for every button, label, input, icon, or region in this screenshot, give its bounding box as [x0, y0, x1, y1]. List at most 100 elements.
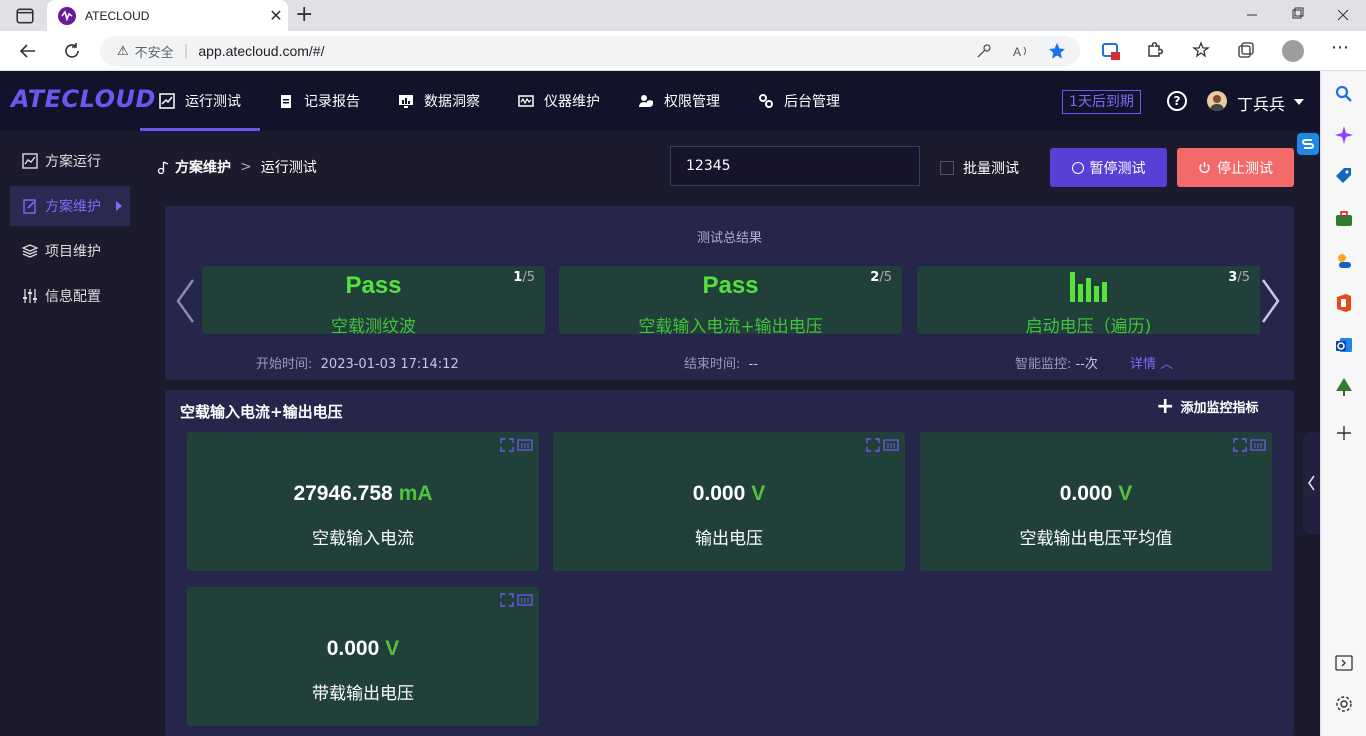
chart-toggle-icon[interactable]	[517, 438, 533, 452]
floating-s-icon[interactable]	[1297, 133, 1319, 155]
metric-unit: mA	[398, 482, 433, 505]
expiry-badge[interactable]: 1天后到期	[1062, 90, 1141, 114]
chart-icon	[159, 93, 175, 109]
add-sidebar-app-icon[interactable]	[1333, 422, 1355, 444]
detail-toggle[interactable]: 详情 ︿	[1130, 353, 1173, 372]
metric-value: 0.000 V	[1059, 482, 1133, 505]
test-step-card[interactable]: Pass 空载测纹波 1/5	[202, 266, 545, 337]
test-step-card[interactable]: 启动电压（遍历) 3/5	[917, 266, 1260, 337]
search-icon[interactable]	[1333, 83, 1355, 105]
browser-tab-strip: ATECLOUD ✕ +	[0, 0, 1366, 31]
edge-sidebar	[1320, 71, 1366, 736]
sidebar-item-plan-run[interactable]: 方案运行	[10, 141, 130, 181]
sidebar-item-plan-maintain[interactable]: 方案维护	[10, 186, 130, 226]
tab-actions-icon[interactable]	[15, 6, 35, 26]
power-icon	[1199, 162, 1210, 173]
metric-card: 0.000 V 空载输出电压平均值	[920, 432, 1272, 571]
back-icon[interactable]	[17, 40, 39, 62]
extension-new-icon[interactable]	[1100, 40, 1122, 62]
chart-toggle-icon[interactable]	[517, 593, 533, 607]
sidebar-item-info-config[interactable]: 信息配置	[10, 276, 130, 316]
sidebar-item-project[interactable]: 项目维护	[10, 231, 130, 271]
fullscreen-icon[interactable]	[500, 593, 514, 607]
minimize-icon[interactable]	[1242, 5, 1262, 25]
settings-gear-icon[interactable]	[1333, 693, 1355, 715]
fullscreen-icon[interactable]	[866, 438, 880, 452]
url-divider: |	[183, 43, 189, 59]
browser-tab[interactable]: ATECLOUD ✕	[47, 0, 288, 31]
chart-toggle-icon[interactable]	[1250, 438, 1266, 452]
office-icon[interactable]	[1333, 292, 1355, 314]
profile-avatar-icon[interactable]	[1282, 40, 1304, 62]
pause-label: 暂停测试	[1089, 160, 1146, 177]
metric-card: 27946.758 mA 空载输入电流	[187, 432, 539, 571]
chart-line-icon	[22, 153, 38, 169]
serial-input[interactable]: 12345	[670, 146, 920, 186]
tab-title: ATECLOUD	[85, 8, 150, 23]
url-text[interactable]: app.atecloud.com/#/	[198, 43, 324, 59]
favorites-icon[interactable]	[1191, 40, 1213, 62]
sidebar-item-label: 方案维护	[45, 199, 101, 215]
side-drawer-toggle[interactable]	[1303, 432, 1320, 534]
warning-icon[interactable]: ⚠	[117, 44, 129, 59]
metric-label: 空载输出电压平均值	[1019, 529, 1173, 549]
shopping-tag-icon[interactable]	[1333, 166, 1355, 188]
refresh-icon[interactable]	[61, 40, 83, 62]
favorite-star-icon[interactable]	[1048, 42, 1066, 60]
pause-test-button[interactable]: 暂停测试	[1050, 148, 1167, 187]
nav-records[interactable]: 记录报告	[278, 71, 360, 131]
extensions-puzzle-icon[interactable]	[1143, 40, 1165, 62]
fullscreen-icon[interactable]	[1233, 438, 1247, 452]
avatar[interactable]	[1207, 91, 1227, 111]
read-aloud-icon[interactable]: A	[1012, 43, 1030, 59]
stop-label: 停止测试	[1217, 160, 1273, 177]
restore-icon[interactable]	[1287, 5, 1307, 25]
monitor-chart-icon	[399, 95, 413, 108]
metric-value: 27946.758 mA	[293, 482, 433, 505]
summary-panel: 测试总结果 Pass 空载测纹波 1/5 Pass 空载输入电流+输出电压 2/…	[165, 206, 1294, 380]
clipboard-icon	[281, 95, 291, 108]
games-icon[interactable]	[1333, 250, 1355, 272]
add-monitor-button[interactable]: + 添加监控指标	[1156, 395, 1258, 417]
close-window-icon[interactable]	[1333, 5, 1353, 25]
step-index: 3/5	[1228, 270, 1250, 285]
key-icon[interactable]	[976, 43, 992, 59]
chart-toggle-icon[interactable]	[883, 438, 899, 452]
user-name[interactable]: 丁兵兵	[1237, 91, 1285, 115]
tab-close-icon[interactable]: ✕	[264, 6, 288, 25]
test-step-card[interactable]: Pass 空载输入电流+输出电压 2/5	[559, 266, 902, 337]
tools-briefcase-icon[interactable]	[1333, 208, 1355, 230]
cogs-icon	[759, 94, 773, 108]
nav-data-insight[interactable]: 数据洞察	[398, 71, 480, 131]
new-tab-button[interactable]: +	[295, 2, 313, 27]
hide-sidebar-icon[interactable]	[1333, 652, 1355, 674]
nav-admin[interactable]: 后台管理	[758, 71, 840, 131]
insecure-label[interactable]: 不安全	[135, 42, 174, 61]
step-result: Pass	[345, 272, 402, 299]
nav-permission[interactable]: 权限管理	[638, 71, 720, 131]
breadcrumb-root[interactable]: 方案维护	[175, 157, 231, 177]
app-logo[interactable]: ATECLOUD	[11, 85, 156, 113]
fullscreen-icon[interactable]	[500, 438, 514, 452]
collections-icon[interactable]	[1235, 40, 1257, 62]
copilot-sparkle-icon[interactable]	[1333, 124, 1355, 146]
nav-run-test[interactable]: 运行测试	[140, 71, 260, 131]
nav-instrument[interactable]: 仪器维护	[518, 71, 600, 131]
metric-value: 0.000 V	[326, 637, 400, 660]
batch-test-label[interactable]: 批量测试	[963, 158, 1019, 178]
nav-label: 仪器维护	[544, 94, 600, 110]
breadcrumb-separator: >	[240, 159, 252, 175]
batch-test-checkbox[interactable]	[940, 161, 954, 175]
stop-test-button[interactable]: 停止测试	[1177, 148, 1294, 187]
breadcrumb: 方案维护 > 运行测试	[157, 157, 317, 177]
more-menu-icon[interactable]: ⋯	[1331, 37, 1349, 58]
help-icon[interactable]: ?	[1167, 91, 1187, 111]
atecloud-favicon-icon	[58, 6, 76, 25]
tree-icon[interactable]	[1333, 376, 1355, 398]
outlook-icon[interactable]	[1333, 334, 1355, 356]
chevron-left-icon[interactable]	[175, 276, 195, 326]
caret-down-icon[interactable]	[1294, 99, 1304, 105]
chevron-right-icon[interactable]	[1261, 276, 1281, 326]
metric-unit: V	[385, 637, 400, 660]
url-field[interactable]: ⚠ 不安全 | app.atecloud.com/#/ A	[100, 36, 1080, 66]
